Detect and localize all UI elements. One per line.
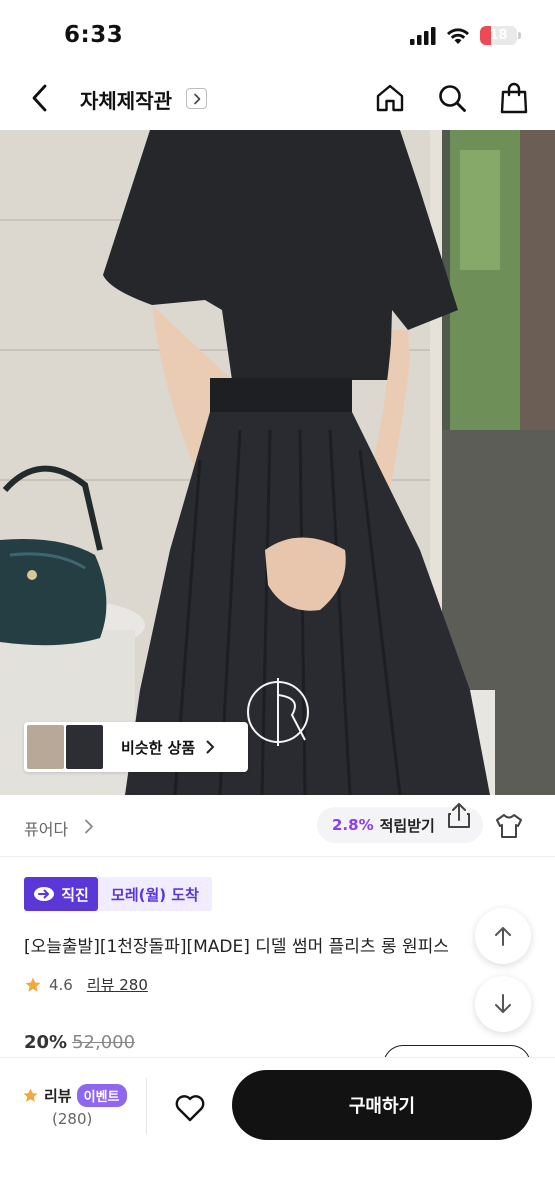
- bottom-action-bar: 리뷰 이벤트 (280) 구매하기: [0, 1057, 555, 1200]
- status-time: 6:33: [64, 22, 124, 48]
- direct-delivery-label: 직진: [61, 885, 89, 904]
- like-button[interactable]: [168, 1086, 212, 1130]
- chevron-right-icon[interactable]: [84, 819, 94, 834]
- event-badge: 이벤트: [76, 1084, 127, 1107]
- share-icon[interactable]: [446, 801, 472, 829]
- title-arrow-button[interactable]: [186, 88, 207, 109]
- search-icon: [439, 85, 466, 112]
- buy-button[interactable]: 구매하기: [232, 1070, 532, 1140]
- product-image[interactable]: 비슷한 상품: [0, 130, 555, 795]
- arrow-down-icon: [495, 994, 511, 1013]
- arrow-up-icon: [495, 927, 511, 946]
- signal-icon: [410, 26, 436, 45]
- battery-level: 18: [489, 28, 508, 43]
- original-price: 52,000: [72, 1032, 136, 1053]
- home-icon: [376, 84, 404, 112]
- review-count: (280): [52, 1110, 93, 1128]
- review-label: 리뷰: [44, 1087, 72, 1105]
- status-icons: 18: [410, 26, 521, 45]
- price-row: 20% 52,000: [24, 1032, 135, 1053]
- home-button[interactable]: [372, 80, 408, 116]
- heart-icon: [175, 1095, 205, 1122]
- wifi-icon: [447, 27, 469, 44]
- review-summary[interactable]: 리뷰 이벤트 (280): [22, 1084, 132, 1128]
- brand-row: 퓨어다 2.8% 적립받기: [0, 795, 555, 857]
- points-label: 적립받기: [379, 816, 435, 835]
- direct-delivery-tag: 직진: [24, 877, 98, 911]
- fitting-icon[interactable]: [494, 812, 524, 840]
- delivery-arrow-icon: [34, 887, 55, 901]
- battery-icon: 18: [480, 26, 521, 45]
- back-icon: [32, 84, 47, 112]
- shopping-bag-icon: [500, 82, 528, 114]
- brand-name[interactable]: 퓨어다: [24, 816, 68, 840]
- status-bar: 6:33 18: [0, 0, 555, 70]
- similar-products-thumbnail: [27, 725, 103, 769]
- points-rate: 2.8%: [332, 816, 374, 834]
- review-link[interactable]: 리뷰 280: [87, 974, 148, 995]
- scroll-down-button[interactable]: [475, 976, 531, 1032]
- rating-value: 4.6: [49, 975, 73, 994]
- similar-products-label: 비슷한 상품: [121, 738, 196, 757]
- product-photo: [0, 130, 555, 795]
- divider: [146, 1078, 147, 1134]
- product-title: [오늘출발][1천장돌파][MADE] 디델 썸머 플리츠 롱 원피스: [24, 937, 449, 957]
- chevron-right-icon: [206, 740, 215, 754]
- back-button[interactable]: [22, 80, 58, 116]
- page-title[interactable]: 자체제작관: [80, 85, 172, 114]
- rating-row: 4.6 리뷰 280: [24, 974, 148, 995]
- star-icon: [25, 977, 41, 992]
- nav-header: 자체제작관: [0, 70, 555, 130]
- arrival-tag: 모레(월) 도착: [98, 877, 212, 911]
- similar-products-button[interactable]: 비슷한 상품: [24, 722, 248, 772]
- search-button[interactable]: [434, 80, 470, 116]
- star-icon: [23, 1088, 38, 1102]
- discount-rate: 20%: [24, 1032, 68, 1053]
- cart-button[interactable]: [496, 80, 532, 116]
- chevron-right-icon: [193, 93, 200, 104]
- scroll-up-button[interactable]: [475, 908, 531, 964]
